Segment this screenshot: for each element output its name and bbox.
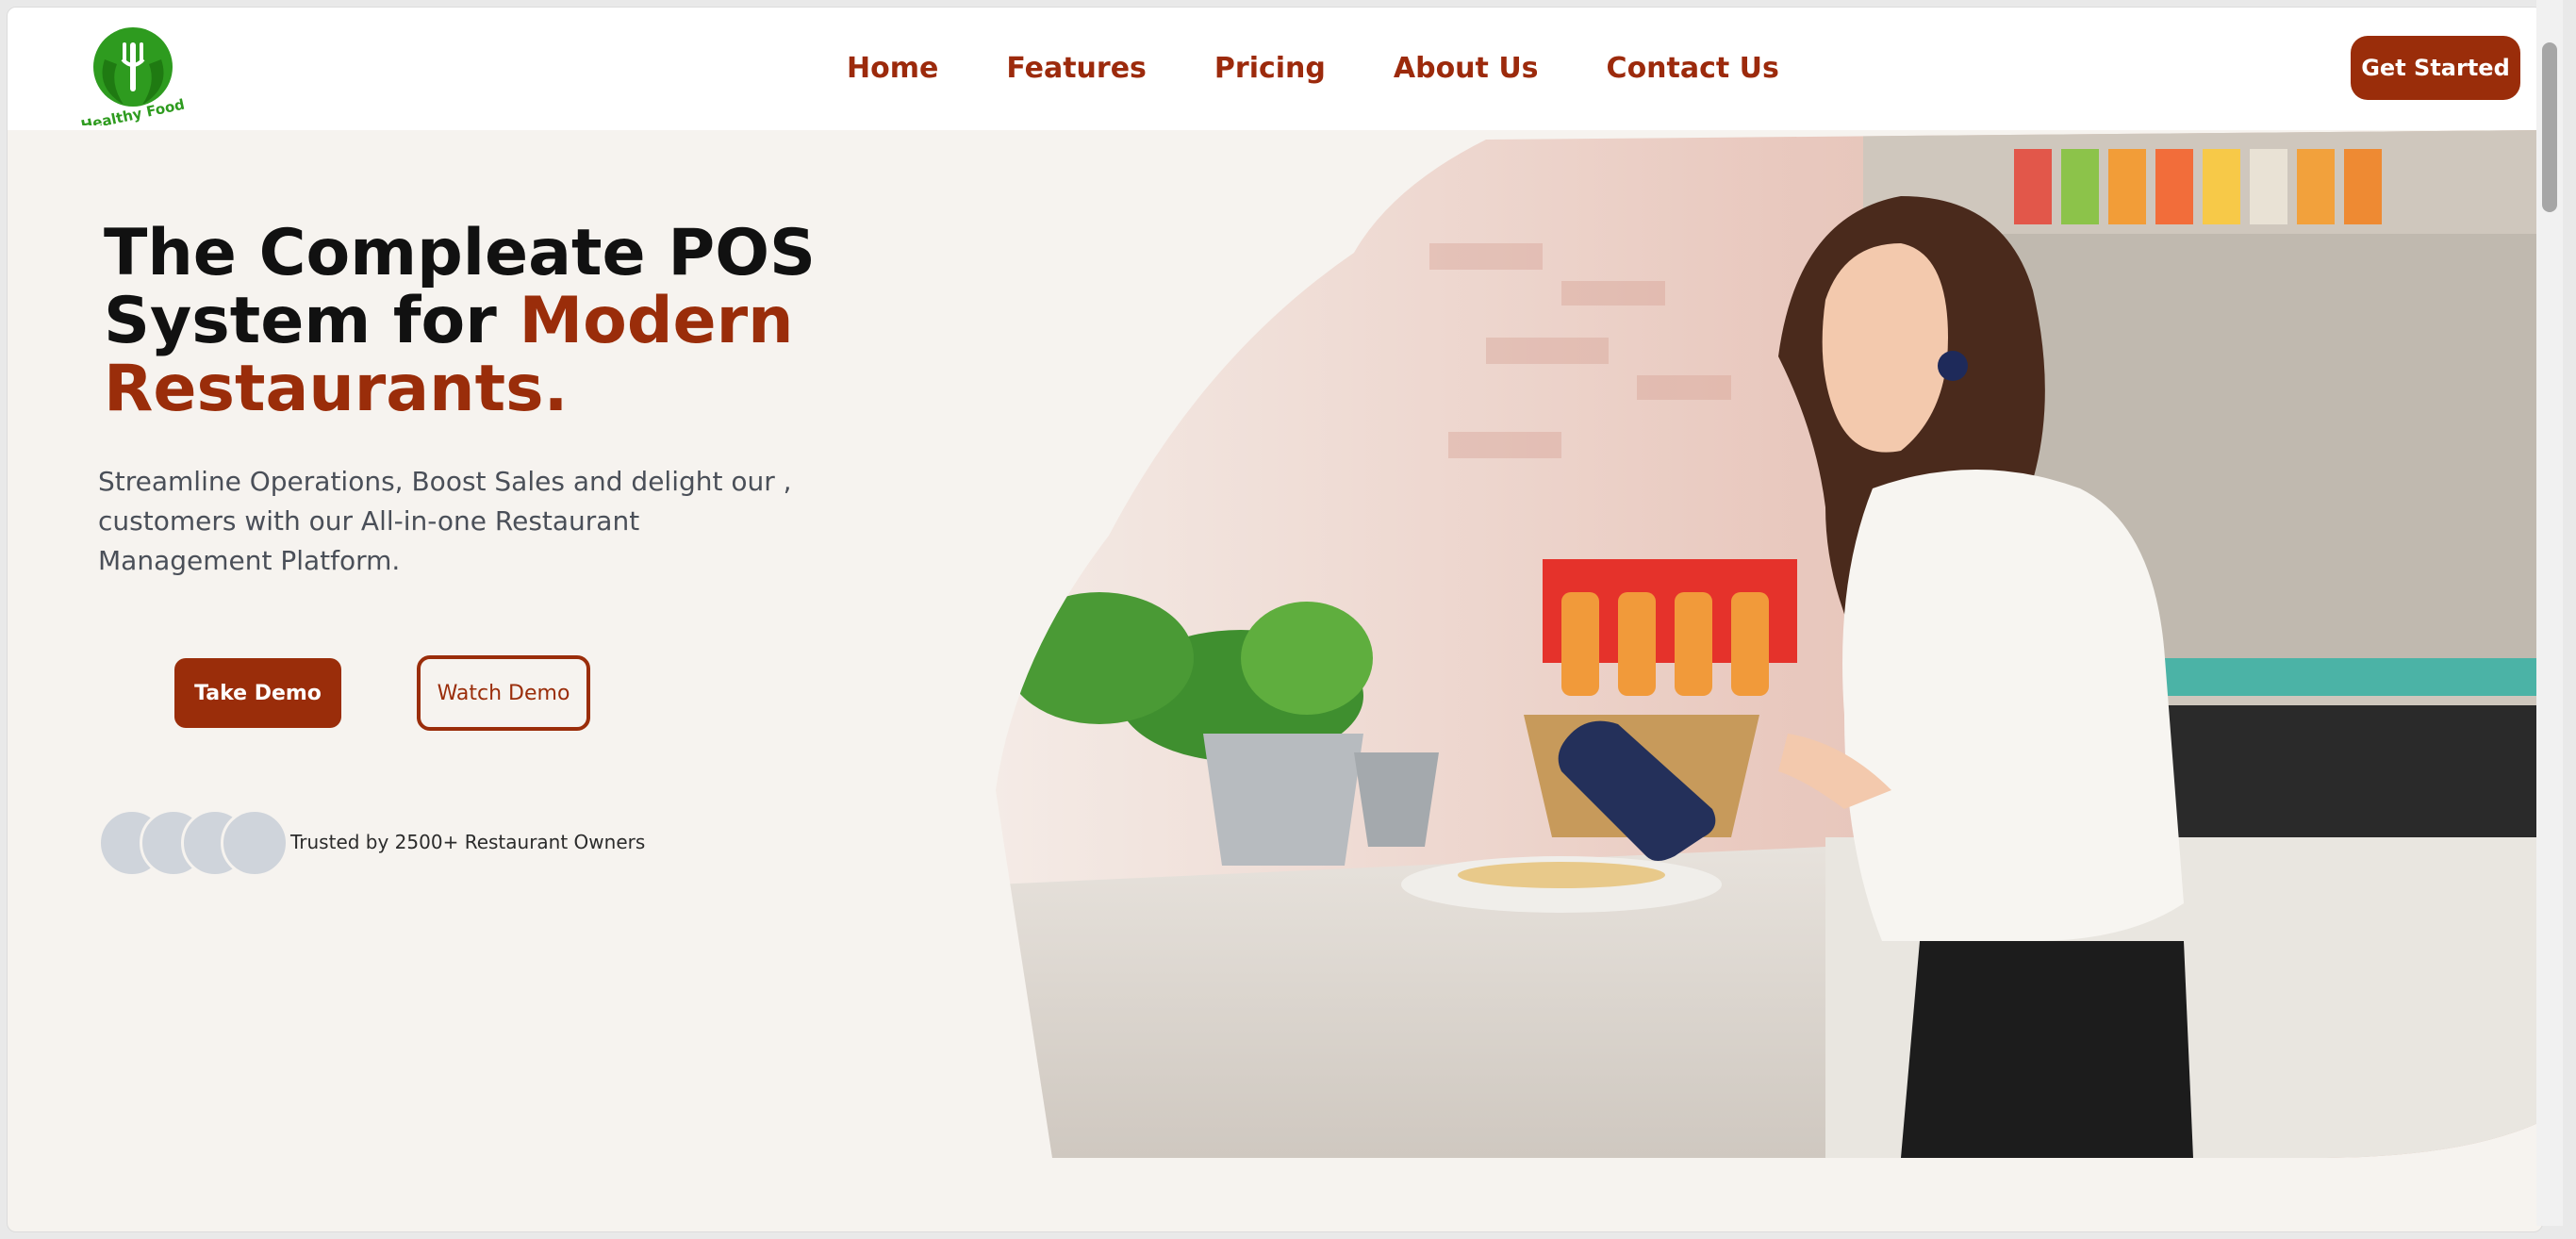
- nav-features[interactable]: Features: [1006, 50, 1147, 88]
- avatar: [221, 809, 289, 877]
- hero-section: The Compleate POS System for Modern Rest…: [8, 130, 2542, 1231]
- fork-leaf-icon: Healthy Food: [79, 27, 186, 134]
- nav-contact-us[interactable]: Contact Us: [1607, 50, 1779, 88]
- brand-logo[interactable]: Healthy Food: [79, 22, 186, 134]
- get-started-button[interactable]: Get Started: [2351, 36, 2520, 100]
- scrollbar-thumb[interactable]: [2542, 42, 2557, 212]
- nav-pricing[interactable]: Pricing: [1214, 50, 1326, 88]
- scrollbar[interactable]: [2536, 0, 2563, 1226]
- site-header: Healthy Food Home Features Pricing About…: [8, 8, 2542, 134]
- take-demo-button[interactable]: Take Demo: [174, 658, 341, 728]
- trusted-text: Trusted by 2500+ Restaurant Owners: [290, 831, 646, 853]
- hero-image: [996, 130, 2542, 1158]
- nav-about-us[interactable]: About Us: [1394, 50, 1539, 88]
- hero-subtext: Streamline Operations, Boost Sales and d…: [98, 466, 792, 576]
- hero-headline: The Compleate POS System for Modern Rest…: [104, 220, 877, 423]
- avatar-group: [98, 809, 291, 877]
- browser-viewport: Healthy Food Home Features Pricing About…: [7, 7, 2543, 1232]
- main-nav: Home Features Pricing About Us Contact U…: [847, 50, 1779, 88]
- woman-tablet-illustration: [996, 130, 2542, 1158]
- nav-home[interactable]: Home: [847, 50, 938, 88]
- watch-demo-button[interactable]: Watch Demo: [417, 655, 590, 731]
